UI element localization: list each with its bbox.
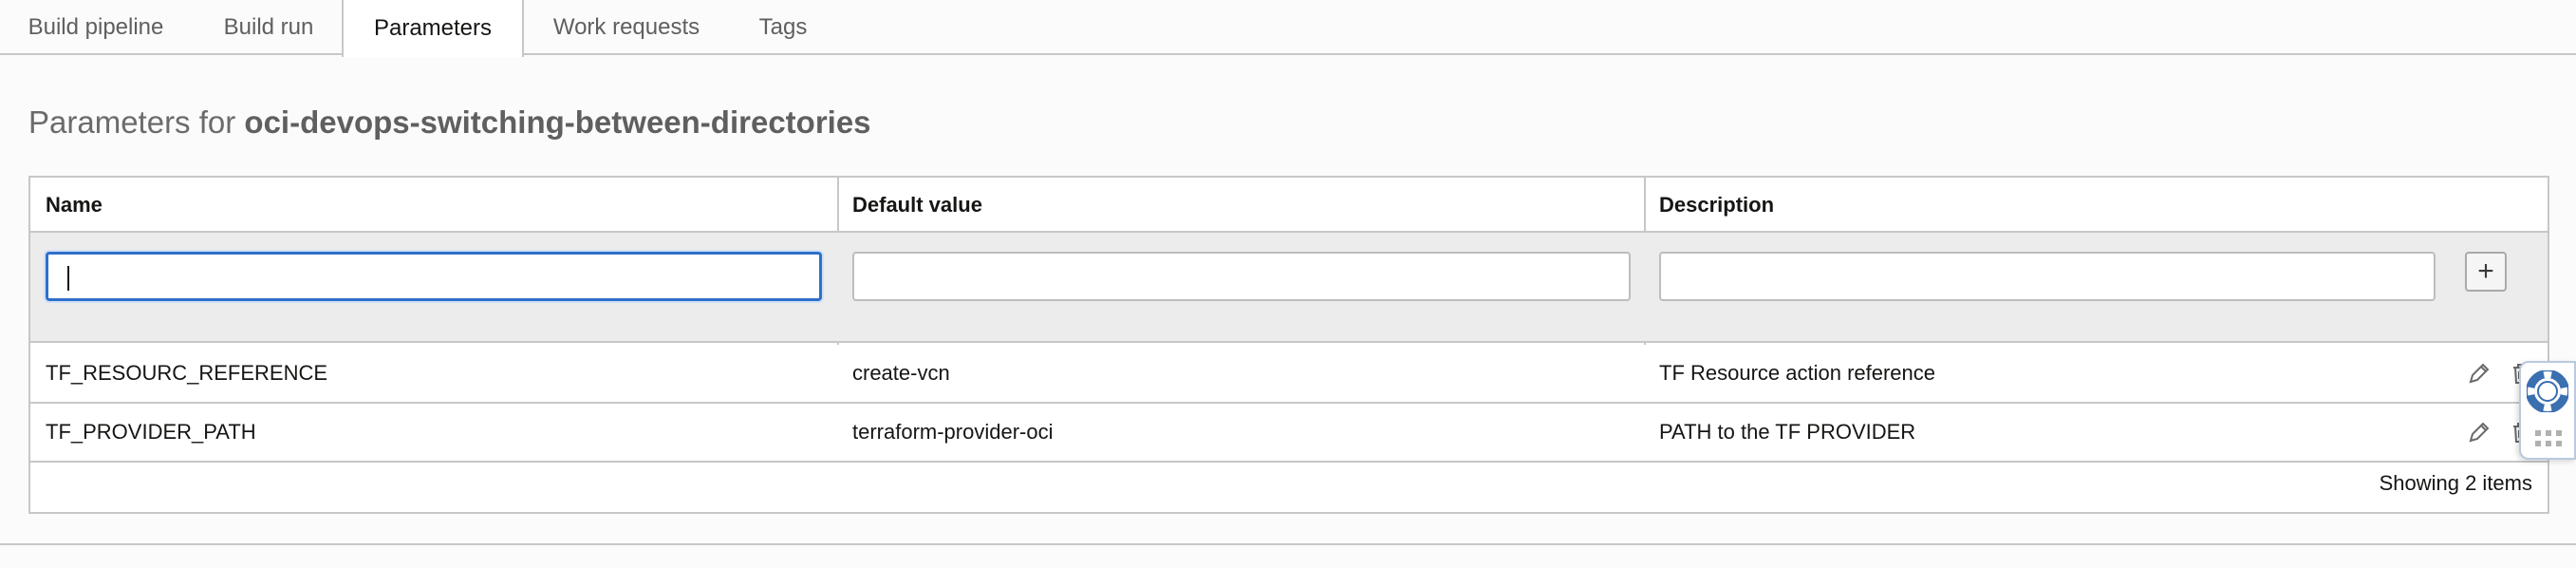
- lifebuoy-icon: [2527, 370, 2568, 412]
- grid-dots-icon: [2535, 430, 2562, 446]
- help-widget[interactable]: [2519, 361, 2576, 460]
- column-header-name: Name: [46, 193, 103, 217]
- page-title-prefix: Parameters for: [28, 104, 245, 140]
- table-row: TF_RESOURC_REFERENCE create-vcn TF Resou…: [30, 345, 2548, 404]
- tab-label: Parameters: [373, 15, 493, 41]
- tab-label: Build pipeline: [28, 14, 164, 40]
- tab-tags[interactable]: Tags: [738, 0, 828, 55]
- parameters-table: Name Default value Description + TF_RESO…: [28, 176, 2549, 514]
- tab-work-requests[interactable]: Work requests: [532, 0, 721, 55]
- new-default-value-input[interactable]: [852, 252, 1631, 301]
- tab-bar: Build pipeline Build run Parameters Work…: [0, 0, 2576, 57]
- cell-name: TF_PROVIDER_PATH: [46, 420, 256, 444]
- add-parameter-button[interactable]: +: [2465, 252, 2507, 292]
- pencil-icon[interactable]: [2466, 419, 2492, 445]
- column-header-default-value: Default value: [852, 193, 982, 217]
- cell-name: TF_RESOURC_REFERENCE: [46, 361, 328, 385]
- cell-description: TF Resource action reference: [1659, 361, 1936, 385]
- table-header: Name Default value Description: [30, 178, 2548, 233]
- pencil-icon[interactable]: [2466, 360, 2492, 387]
- page-title: Parameters for oci-devops-switching-betw…: [28, 104, 871, 141]
- table-row: TF_PROVIDER_PATH terraform-provider-oci …: [30, 404, 2548, 463]
- cell-default-value: terraform-provider-oci: [852, 420, 1054, 444]
- column-header-description: Description: [1659, 193, 1775, 217]
- new-description-input[interactable]: [1659, 252, 2436, 301]
- cell-description: PATH to the TF PROVIDER: [1659, 420, 1916, 444]
- item-count: Showing 2 items: [2379, 471, 2532, 495]
- new-parameter-row: +: [30, 233, 2548, 343]
- tab-parameters[interactable]: Parameters: [342, 0, 524, 57]
- tab-build-run[interactable]: Build run: [201, 0, 336, 55]
- new-name-input[interactable]: [46, 252, 822, 301]
- divider: [0, 543, 2576, 545]
- cell-default-value: create-vcn: [852, 361, 950, 385]
- pipeline-name: oci-devops-switching-between-directories: [244, 104, 871, 140]
- tab-label: Work requests: [552, 14, 700, 40]
- tab-build-pipeline[interactable]: Build pipeline: [8, 0, 184, 55]
- text-caret: [67, 266, 69, 291]
- tab-label: Tags: [758, 14, 808, 40]
- tab-label: Build run: [223, 14, 314, 40]
